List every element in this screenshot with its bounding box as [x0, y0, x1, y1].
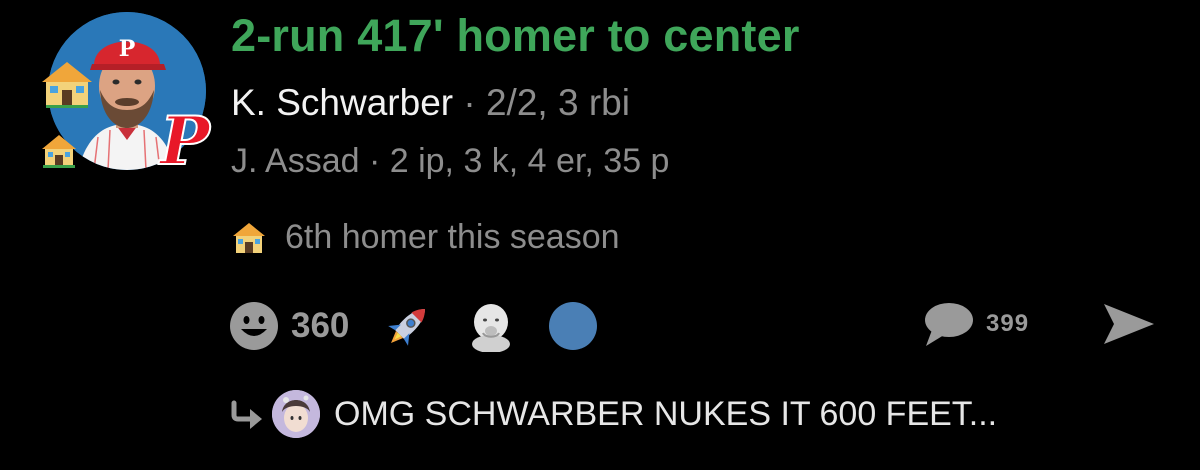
reactions-bar: 360: [229, 300, 598, 352]
baby-face-icon[interactable]: [465, 300, 517, 352]
comment-bubble-icon: [925, 303, 973, 346]
reply-arrow-icon: [231, 400, 262, 429]
top-reply[interactable]: OMG SCHWARBER NUKES IT 600 FEET...: [230, 390, 997, 438]
reply-user-avatar[interactable]: [272, 390, 320, 438]
play-card[interactable]: P P 2-run 417' homer to center K. Schwar…: [0, 0, 1200, 470]
season-note-text: 6th homer this season: [285, 218, 620, 256]
reply-text[interactable]: OMG SCHWARBER NUKES IT 600 FEET...: [334, 395, 997, 434]
cap-logo-letter: P: [119, 36, 136, 62]
reply-user-avatar-image: [272, 390, 320, 438]
blue-circle-icon[interactable]: [549, 302, 598, 350]
season-note: 6th homer this season: [231, 218, 620, 257]
house-badge-icon: [40, 132, 78, 170]
batter-line[interactable]: K. Schwarber · 2/2, 3 rbi: [231, 82, 630, 124]
share-send-icon[interactable]: [1100, 300, 1156, 348]
rocket-icon[interactable]: [383, 300, 433, 352]
play-headline[interactable]: 2-run 417' homer to center: [231, 10, 800, 62]
phillies-logo: P: [159, 102, 211, 180]
batter-separator: ·: [453, 82, 486, 123]
batter-stats: 2/2, 3 rbi: [485, 82, 630, 123]
comments-button[interactable]: 399: [922, 300, 1029, 348]
house-icon: [233, 222, 265, 253]
houses-badge-icon: [40, 58, 94, 110]
batter-name[interactable]: K. Schwarber: [231, 82, 453, 123]
reaction-count[interactable]: 360: [291, 306, 349, 346]
comment-count: 399: [986, 310, 1030, 337]
pitcher-line[interactable]: J. Assad · 2 ip, 3 k, 4 er, 35 p: [231, 142, 669, 181]
smiley-icon[interactable]: [229, 301, 279, 351]
